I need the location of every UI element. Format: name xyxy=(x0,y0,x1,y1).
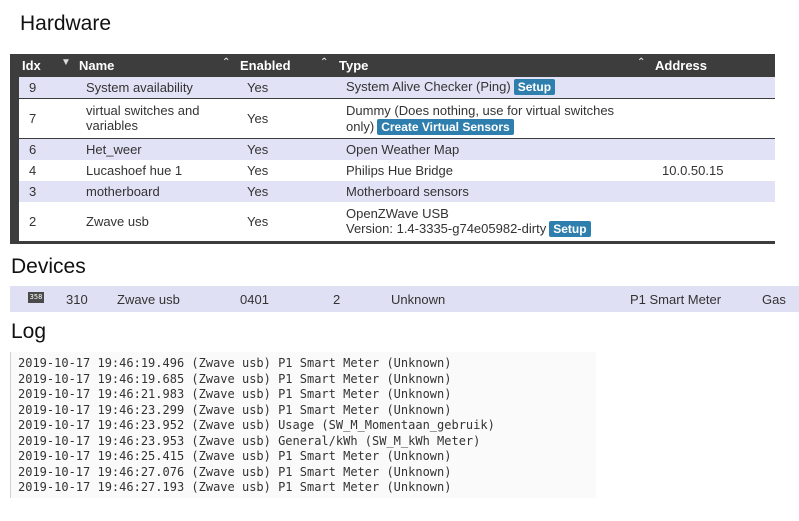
row-idx: 7 xyxy=(29,111,37,126)
row-name: motherboard xyxy=(86,184,160,199)
row-enabled: Yes xyxy=(247,214,269,229)
row-idx: 4 xyxy=(29,163,37,178)
row-name: Zwave usb xyxy=(86,214,149,229)
row-enabled: Yes xyxy=(247,163,269,178)
row-enabled: Yes xyxy=(247,184,269,199)
row-idx: 9 xyxy=(29,80,37,95)
device-row[interactable]: 358 310 Zwave usb 0401 2 Unknown P1 Smar… xyxy=(10,286,799,312)
row-name: System availability xyxy=(86,80,193,95)
create-virtual-sensors-button[interactable]: Create Virtual Sensors xyxy=(377,119,514,135)
row-type-text: System Alive Checker (Ping) xyxy=(346,79,511,94)
sort-asc-icon[interactable]: ⌃ xyxy=(637,57,645,68)
log-line: 2019-10-17 19:46:19.496 (Zwave usb) P1 S… xyxy=(18,356,452,370)
row-name: Lucashoef hue 1 xyxy=(86,163,183,178)
table-row[interactable]: 3 motherboard Yes Motherboard sensors xyxy=(19,181,775,202)
table-row[interactable]: 9 System availability Yes System Alive C… xyxy=(19,77,775,98)
setup-button[interactable]: Setup xyxy=(513,79,556,95)
device-unit: 2 xyxy=(333,292,341,307)
hardware-heading: Hardware xyxy=(20,12,112,35)
table-row[interactable]: 7 virtual switches and variables Yes Dum… xyxy=(19,99,775,138)
row-idx: 2 xyxy=(29,214,37,229)
column-header-name[interactable]: Name xyxy=(79,58,114,73)
device-subtype: Gas xyxy=(762,292,786,307)
row-enabled: Yes xyxy=(247,142,269,157)
log-panel[interactable]: 2019-10-17 19:46:19.496 (Zwave usb) P1 S… xyxy=(10,352,596,498)
log-line: 2019-10-17 19:46:25.415 (Zwave usb) P1 S… xyxy=(18,449,452,463)
column-header-type[interactable]: Type xyxy=(339,58,368,73)
devices-heading: Devices xyxy=(11,255,86,278)
log-lines: 2019-10-17 19:46:19.496 (Zwave usb) P1 S… xyxy=(11,356,495,496)
row-type: Philips Hue Bridge xyxy=(346,163,453,178)
log-line: 2019-10-17 19:46:27.193 (Zwave usb) P1 S… xyxy=(18,480,452,494)
row-enabled: Yes xyxy=(247,111,269,126)
row-idx: 3 xyxy=(29,184,37,199)
log-line: 2019-10-17 19:46:23.953 (Zwave usb) Gene… xyxy=(18,433,481,448)
sort-asc-icon[interactable]: ⌃ xyxy=(320,57,328,68)
hardware-table: Idx ▼ Name ⌃ Enabled ⌃ Type ⌃ Address 9 … xyxy=(10,54,775,244)
row-type-version: Version: 1.4-3335-g74e05982-dirty xyxy=(346,221,547,236)
row-type: System Alive Checker (Ping) Setup xyxy=(346,79,556,95)
column-header-idx[interactable]: Idx xyxy=(22,58,41,73)
hardware-table-header: Idx ▼ Name ⌃ Enabled ⌃ Type ⌃ Address xyxy=(10,54,775,75)
row-idx: 6 xyxy=(29,142,37,157)
log-line: 2019-10-17 19:46:27.076 (Zwave usb) P1 S… xyxy=(18,464,452,479)
log-line: 2019-10-17 19:46:23.952 (Zwave usb) Usag… xyxy=(18,418,495,432)
table-row[interactable]: 6 Het_weer Yes Open Weather Map xyxy=(19,139,775,160)
row-type-text: OpenZWave USB xyxy=(346,206,449,221)
setup-button[interactable]: Setup xyxy=(549,221,591,237)
device-idx: 310 xyxy=(66,292,88,307)
sort-asc-icon[interactable]: ⌃ xyxy=(222,57,230,68)
table-row[interactable]: 2 Zwave usb Yes OpenZWave USB Version: 1… xyxy=(19,202,775,241)
device-id: 0401 xyxy=(240,292,269,307)
device-type-icon: 358 xyxy=(28,292,44,303)
log-line: 2019-10-17 19:46:23.299 (Zwave usb) P1 S… xyxy=(18,402,452,417)
row-type: Dummy (Does nothing, use for virtual swi… xyxy=(346,103,631,135)
column-header-address[interactable]: Address xyxy=(655,58,707,73)
row-type: Open Weather Map xyxy=(346,142,460,157)
log-line: 2019-10-17 19:46:19.685 (Zwave usb) P1 S… xyxy=(18,371,452,386)
device-hardware: Zwave usb xyxy=(117,292,180,307)
log-heading: Log xyxy=(11,320,47,343)
device-name: Unknown xyxy=(391,292,446,307)
column-header-enabled[interactable]: Enabled xyxy=(240,58,291,73)
device-type: P1 Smart Meter xyxy=(630,292,722,307)
log-line: 2019-10-17 19:46:21.983 (Zwave usb) P1 S… xyxy=(18,387,452,401)
row-address: 10.0.50.15 xyxy=(662,163,724,178)
sort-desc-icon[interactable]: ▼ xyxy=(61,57,71,68)
row-name: virtual switches and variables xyxy=(86,103,200,133)
row-name: Het_weer xyxy=(86,142,142,157)
table-row[interactable]: 4 Lucashoef hue 1 Yes Philips Hue Bridge… xyxy=(19,160,775,181)
row-type: OpenZWave USB Version: 1.4-3335-g74e0598… xyxy=(346,206,591,237)
row-type: Motherboard sensors xyxy=(346,184,469,199)
row-enabled: Yes xyxy=(247,80,269,95)
